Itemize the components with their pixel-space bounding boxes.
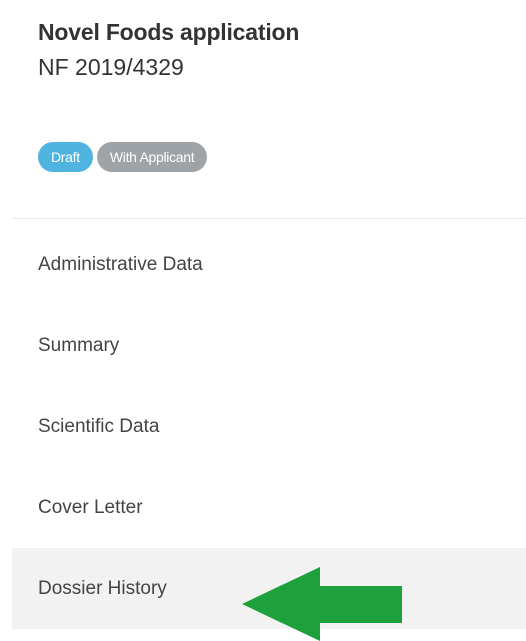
with-applicant-badge: With Applicant <box>96 142 208 172</box>
draft-badge: Draft <box>38 142 93 172</box>
application-reference: NF 2019/4329 <box>38 54 184 80</box>
arrow-shape <box>242 567 402 641</box>
nav-item-summary[interactable]: Summary <box>12 305 526 386</box>
application-header: Novel Foods application NF 2019/4329 <box>38 18 498 81</box>
left-arrow-annotation <box>242 567 402 641</box>
application-title: Novel Foods application <box>38 19 300 45</box>
status-badges: Draft With Applicant <box>38 142 208 172</box>
nav-item-cover-letter[interactable]: Cover Letter <box>12 467 526 548</box>
header-divider <box>12 218 526 219</box>
nav-item-scientific-data[interactable]: Scientific Data <box>12 386 526 467</box>
nav-item-administrative-data[interactable]: Administrative Data <box>12 224 526 305</box>
